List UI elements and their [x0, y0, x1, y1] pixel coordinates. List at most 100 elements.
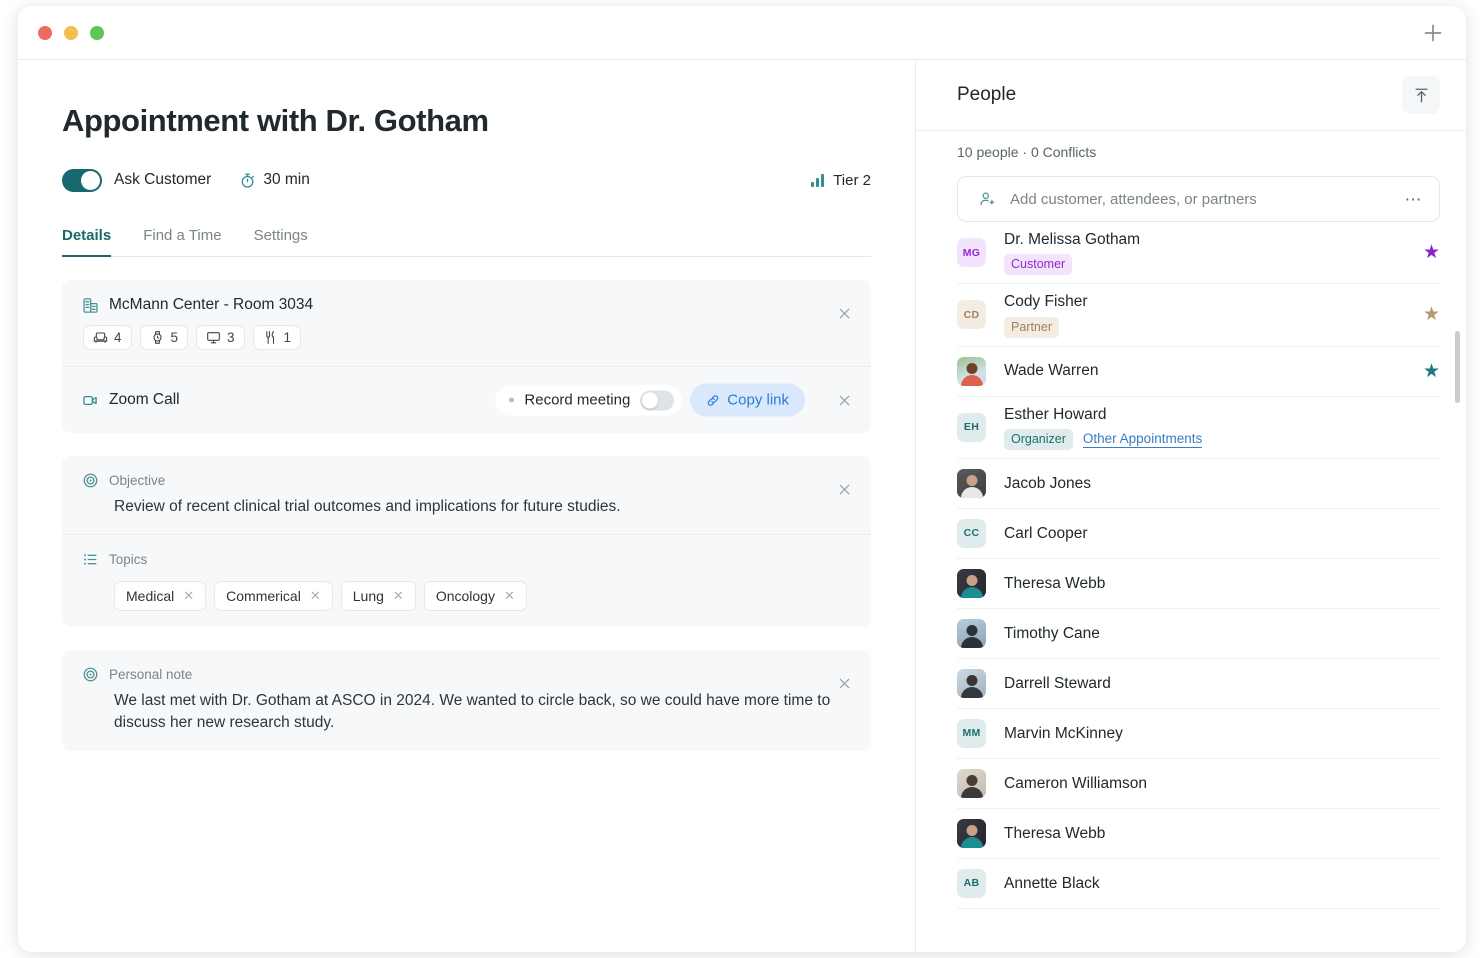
remove-personal-note-button[interactable] [834, 673, 854, 693]
person-info: Darrell Steward [1004, 674, 1111, 693]
person-info: Theresa Webb [1004, 574, 1105, 593]
person-name: Cameron Williamson [1004, 774, 1147, 792]
topic-chip[interactable]: Commerical ✕ [214, 581, 333, 612]
add-people-input[interactable]: Add customer, attendees, or partners ⋯ [957, 176, 1440, 222]
role-badge: Customer [1004, 254, 1073, 276]
amenity-seats[interactable]: 4 [83, 325, 132, 351]
person-row[interactable]: Darrell Steward [957, 659, 1440, 709]
remove-topic-icon[interactable]: ✕ [504, 588, 515, 604]
room-name: McMann Center - Room 3034 [109, 296, 314, 314]
topics-label: Topics [109, 552, 148, 568]
favorite-star-icon[interactable]: ★ [1423, 305, 1440, 324]
amenity-catering[interactable]: 1 [252, 325, 302, 351]
remove-room-button[interactable] [834, 303, 854, 323]
record-meeting-toggle[interactable] [640, 390, 675, 411]
person-info: Annette Black [1004, 874, 1100, 893]
maximize-window-button[interactable] [90, 25, 104, 40]
avatar [957, 668, 986, 698]
person-row[interactable]: AB Annette Black [957, 859, 1440, 909]
favorite-star-icon[interactable]: ★ [1423, 243, 1440, 262]
person-row[interactable]: MM Marvin McKinney [957, 709, 1440, 759]
other-appointments-link[interactable]: Other Appointments [1082, 431, 1203, 448]
conference-actions: Record meeting Copy link [495, 383, 805, 417]
personal-note-label: Personal note [109, 667, 193, 683]
duration-control[interactable]: 30 min [239, 171, 310, 189]
person-name: Marvin McKinney [1004, 724, 1123, 742]
avatar [957, 618, 986, 648]
personal-note-text[interactable]: We last met with Dr. Gotham at ASCO in 2… [114, 690, 834, 734]
remove-topic-icon[interactable]: ✕ [183, 588, 194, 604]
person-row[interactable]: Theresa Webb [957, 809, 1440, 859]
close-icon [839, 484, 849, 494]
topic-chip[interactable]: Lung ✕ [340, 581, 416, 612]
person-row[interactable]: CC Carl Cooper [957, 509, 1440, 559]
amenity-count: 3 [227, 330, 235, 346]
people-title: People [957, 84, 1017, 105]
record-meeting-control[interactable]: Record meeting [495, 385, 683, 416]
avatar-photo-head [966, 675, 977, 687]
remove-conference-button[interactable] [834, 390, 854, 410]
remove-topic-icon[interactable]: ✕ [310, 588, 321, 604]
building-icon [83, 297, 98, 313]
avatar-initials: CD [963, 308, 980, 321]
conference-name: Zoom Call [109, 391, 180, 409]
scrollbar-thumb[interactable] [1455, 331, 1460, 403]
person-row[interactable]: MG Dr. Melissa Gotham Customer ★ [957, 222, 1440, 285]
remove-objective-button[interactable] [834, 479, 854, 499]
objective-label-group: Objective [82, 472, 851, 489]
watch-icon [152, 331, 162, 344]
avatar [957, 768, 986, 798]
ask-customer-toggle[interactable] [62, 168, 102, 192]
amenity-count: 4 [114, 330, 122, 346]
person-tags: Customer [1004, 254, 1140, 276]
person-name: Timothy Cane [1004, 624, 1100, 642]
avatar: MG [957, 238, 986, 268]
topic-label: Commerical [226, 588, 301, 605]
person-row[interactable]: Theresa Webb [957, 559, 1440, 609]
record-meeting-label: Record meeting [524, 391, 631, 409]
person-row[interactable]: Timothy Cane [957, 609, 1440, 659]
avatar-photo-head [966, 475, 977, 487]
tab-details[interactable]: Details [62, 227, 112, 258]
close-icon [839, 678, 849, 689]
tab-bar: Details Find a Time Settings [62, 227, 871, 258]
person-name: Cody Fisher [1004, 293, 1088, 311]
tier-label: Tier 2 [833, 171, 871, 189]
close-icon [839, 308, 849, 318]
favorite-star-icon[interactable]: ★ [1423, 362, 1440, 381]
person-row[interactable]: Wade Warren ★ [957, 347, 1440, 397]
add-new-button[interactable] [1416, 16, 1450, 50]
remove-topic-icon[interactable]: ✕ [393, 588, 404, 604]
avatar: EH [957, 412, 986, 442]
conference-row: Zoom Call Record meeting Copy link [62, 366, 871, 433]
avatar-photo-head [966, 362, 977, 374]
people-scrollbar[interactable] [1455, 251, 1460, 942]
room-header: McMann Center - Room 3034 [82, 296, 851, 314]
topic-chip[interactable]: Oncology ✕ [423, 581, 527, 612]
tab-find-a-time[interactable]: Find a Time [143, 227, 221, 257]
amenity-monitor[interactable]: 3 [196, 325, 245, 351]
topic-label: Medical [126, 588, 175, 605]
person-tags: Organizer Other Appointments [1004, 428, 1203, 450]
copy-link-button[interactable]: Copy link [690, 383, 805, 417]
ask-customer-label: Ask Customer [114, 171, 212, 189]
export-people-button[interactable] [1402, 76, 1440, 114]
video-camera-icon [83, 395, 97, 405]
signal-bars-icon [811, 173, 825, 187]
person-row[interactable]: Jacob Jones [957, 459, 1440, 509]
person-row[interactable]: Cameron Williamson [957, 759, 1440, 809]
person-name: Esther Howard [1004, 405, 1107, 423]
role-badge: Partner [1004, 316, 1059, 338]
avatar-photo-head [966, 775, 977, 787]
person-row[interactable]: CD Cody Fisher Partner ★ [957, 284, 1440, 347]
ellipsis-icon[interactable]: ⋯ [1405, 191, 1424, 208]
close-window-button[interactable] [38, 25, 52, 40]
amenity-watch[interactable]: 5 [139, 325, 189, 351]
tier-indicator[interactable]: Tier 2 [811, 172, 871, 189]
minimize-window-button[interactable] [64, 25, 78, 40]
topic-chip[interactable]: Medical ✕ [114, 581, 207, 612]
objective-text[interactable]: Review of recent clinical trial outcomes… [114, 496, 834, 518]
person-row[interactable]: EH Esther Howard Organizer Other Appoint… [957, 397, 1440, 459]
tab-settings[interactable]: Settings [254, 227, 308, 257]
add-people-placeholder: Add customer, attendees, or partners [1010, 190, 1257, 208]
